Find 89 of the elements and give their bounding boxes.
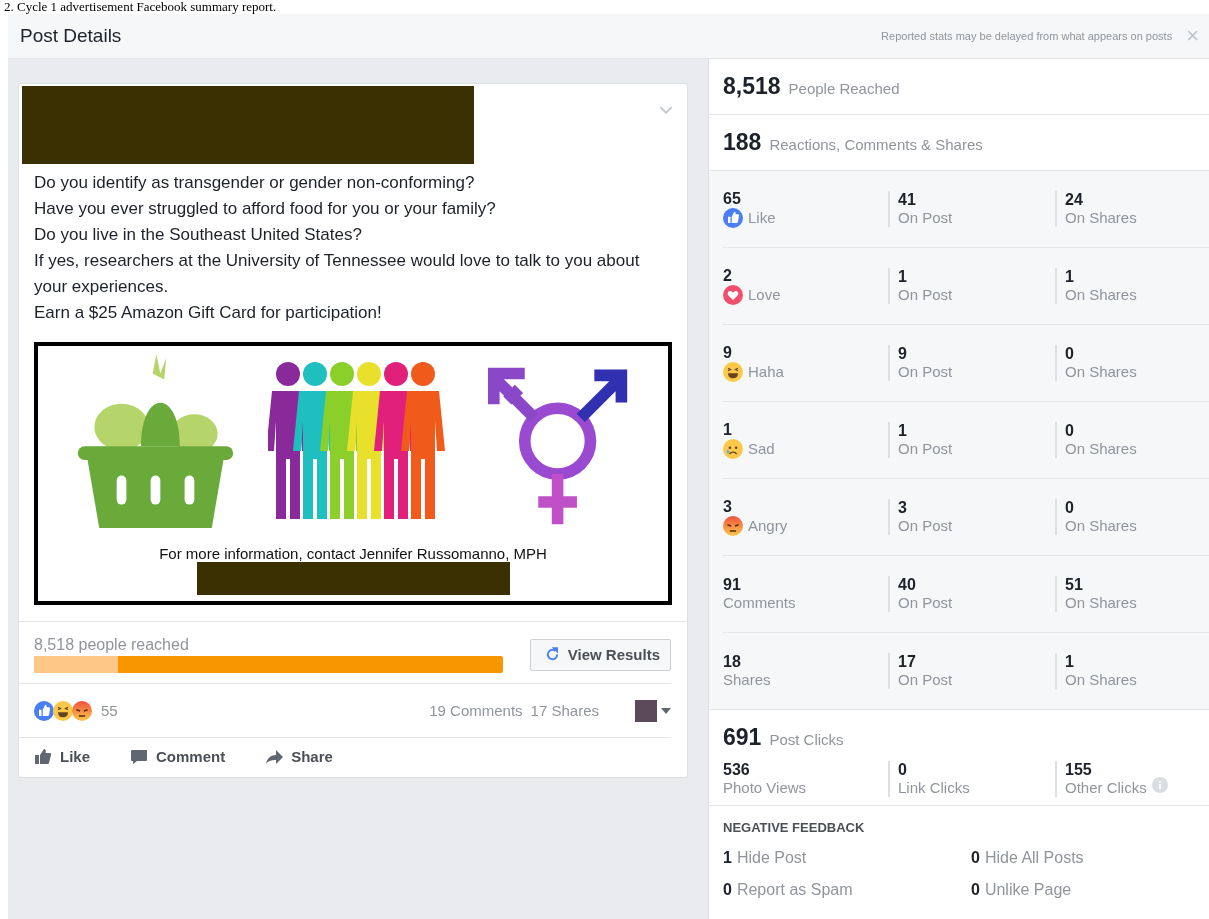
stat-value: 691 (723, 724, 762, 751)
stat-value: 24 (1065, 191, 1084, 209)
stat-label: Sad (748, 440, 775, 458)
stat-label: People Reached (788, 80, 900, 97)
like-icon (723, 208, 743, 228)
stat-value: 0 (971, 849, 980, 866)
stat-value: 40 (898, 576, 917, 594)
page-selector[interactable] (635, 699, 671, 722)
laughing-face-icon (53, 700, 73, 721)
stat-value: 8,518 (723, 73, 781, 100)
stat-label: On Shares (1065, 594, 1138, 612)
stat-value: 0 (723, 881, 732, 898)
stat-value: 188 (723, 129, 762, 156)
stat-value: 155 (1065, 761, 1093, 779)
stat-label: On Post (898, 594, 954, 612)
stat-value: 536 (723, 761, 751, 779)
like-button[interactable]: Like (34, 748, 90, 765)
share-button[interactable]: Share (265, 748, 333, 765)
stat-label: Other Clicks (1065, 779, 1147, 797)
laughing-face-icon (723, 362, 743, 382)
stat-label: On Post (898, 363, 954, 381)
like-icon (34, 700, 54, 721)
section-heading: NEGATIVE FEEDBACK (723, 820, 866, 835)
stat-value: 17 (898, 653, 917, 671)
refresh-icon (544, 647, 560, 662)
stat-value: 3 (898, 499, 908, 517)
stat-label: On Post (898, 209, 954, 227)
stat-label: Photo Views (723, 779, 807, 797)
stat-value: 9 (898, 345, 908, 363)
post-text: Do you identify as transgender or gender non-conforming? Have you ever struggled to afford food for you or your family? Do you live in the Southeast United States? If yes, researchers at the University of Tennessee would love to talk to you about your experiences. Earn a $25 Amazon Gift Card for participation! (33, 172, 641, 324)
stat-value: 0 (971, 881, 980, 898)
stat-label: Hide All Posts (984, 849, 1084, 866)
stat-value: 91 (723, 576, 742, 594)
chevron-down-icon (659, 106, 673, 115)
info-icon (1151, 777, 1168, 793)
stat-label: Like (748, 209, 776, 227)
caret-icon (661, 707, 671, 714)
stat-value: 65 (723, 190, 742, 208)
stat-label: On Post (898, 286, 954, 304)
share-arrow-icon (265, 748, 284, 765)
thumbs-up-icon (34, 748, 52, 765)
stat-value: 41 (898, 191, 917, 209)
stat-label: Link Clicks (898, 779, 970, 797)
view-results-button[interactable]: View Results (529, 638, 671, 671)
stat-label: On Shares (1065, 363, 1138, 381)
stat-label: Unlike Page (984, 881, 1072, 898)
stat-value: 9 (723, 344, 733, 362)
stat-value: 51 (1065, 576, 1084, 594)
speech-bubble-icon (130, 748, 148, 765)
stat-label: Angry (748, 517, 788, 535)
stat-label: Shares (723, 671, 771, 689)
stat-label: Comments (723, 594, 796, 612)
panel-title: Post Details (20, 25, 122, 47)
reach-label: 8,518 people reached (34, 636, 190, 654)
document-caption: 2. Cycle 1 advertisement Facebook summary report. (3, 0, 278, 14)
stat-value: 0 (1065, 499, 1075, 517)
stat-value: 2 (723, 267, 733, 285)
stat-label: On Shares (1065, 209, 1138, 227)
stat-label: On Shares (1065, 286, 1138, 304)
comment-button[interactable]: Comment (130, 748, 226, 765)
sad-face-icon (723, 439, 743, 459)
stat-value: 1 (1065, 268, 1075, 286)
stat-value: 1 (1065, 653, 1075, 671)
angry-face-icon (723, 516, 743, 536)
stat-label: Post Clicks (769, 731, 844, 748)
stat-label: On Post (898, 671, 954, 689)
notice-text: Reported stats may be delayed from what appears on posts (881, 30, 1173, 42)
stat-value: 1 (898, 422, 908, 440)
stat-label: Hide Post (736, 849, 807, 866)
stat-value: 0 (898, 761, 908, 779)
stat-value: 0 (1065, 422, 1075, 440)
stat-label: On Shares (1065, 671, 1138, 689)
image-caption: For more information, contact Jennifer Russomanno, MPH (159, 545, 547, 562)
stat-value: 18 (723, 653, 742, 671)
stat-value: 1 (723, 849, 732, 866)
stat-label: On Shares (1065, 517, 1138, 535)
stat-label: Reactions, Comments & Shares (769, 136, 983, 153)
stat-label: Haha (748, 363, 784, 381)
stat-label: Love (748, 286, 781, 304)
stat-value: 0 (1065, 345, 1075, 363)
stat-label: On Shares (1065, 440, 1138, 458)
stat-value: 3 (723, 498, 733, 516)
stat-value: 1 (898, 268, 908, 286)
stat-value: 1 (723, 421, 733, 439)
angry-face-icon (72, 700, 92, 721)
avatar-thumbnail (635, 699, 657, 722)
stat-label: On Post (898, 440, 954, 458)
stat-label: Report as Spam (736, 881, 853, 898)
stat-label: On Post (898, 517, 954, 535)
